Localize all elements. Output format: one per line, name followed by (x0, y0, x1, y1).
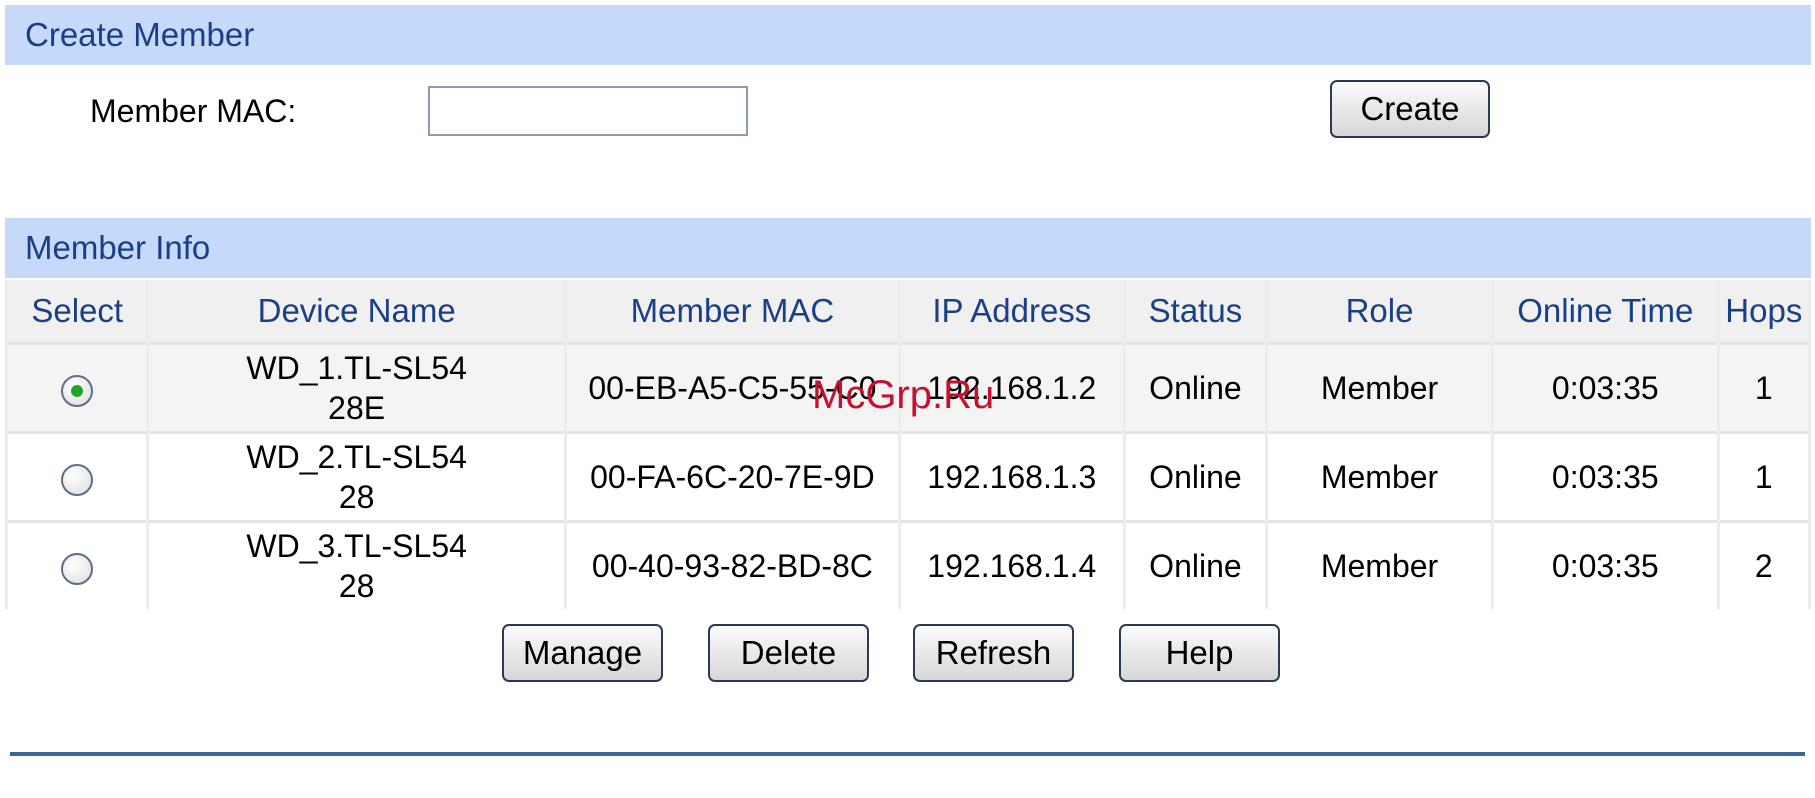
bottom-divider (10, 752, 1805, 756)
select-radio[interactable] (61, 552, 94, 585)
device-name-line1: WD_1.TL-SL54 (246, 350, 467, 386)
status-cell: Online (1125, 342, 1266, 431)
status-cell: Online (1125, 520, 1266, 609)
device-name-cell: WD_2.TL-SL54 28 (149, 431, 564, 520)
online-time-cell: 0:03:35 (1493, 342, 1717, 431)
device-name-line1: WD_3.TL-SL54 (246, 528, 467, 564)
table-row: WD_3.TL-SL54 28 00-40-93-82-BD-8C 192.168… (8, 520, 1808, 609)
device-name-line2: 28 (338, 568, 375, 604)
member-table: Select Device Name Member MAC IP Address… (5, 280, 1811, 609)
hops-cell: 2 (1719, 520, 1808, 609)
create-member-title: Create Member (25, 16, 255, 53)
create-button[interactable]: Create (1330, 80, 1490, 138)
status-cell: Online (1125, 431, 1266, 520)
member-info-title: Member Info (25, 229, 211, 266)
device-name-line2: 28 (338, 479, 375, 515)
member-info-header: Member Info (5, 218, 1811, 278)
create-member-header: Create Member (5, 5, 1811, 65)
online-time-cell: 0:03:35 (1493, 520, 1717, 609)
device-name-cell: WD_3.TL-SL54 28 (149, 520, 564, 609)
role-cell: Member (1268, 342, 1491, 431)
online-time-cell: 0:03:35 (1493, 431, 1717, 520)
col-device-name: Device Name (149, 280, 564, 342)
ip-address-cell: 192.168.1.2 (900, 342, 1123, 431)
col-status: Status (1125, 280, 1266, 342)
device-name-line1: WD_2.TL-SL54 (246, 439, 467, 475)
member-mac-cell: 00-40-93-82-BD-8C (566, 520, 898, 609)
hops-cell: 1 (1719, 431, 1808, 520)
ip-address-cell: 192.168.1.4 (900, 520, 1123, 609)
role-cell: Member (1268, 431, 1491, 520)
select-cell (8, 431, 147, 520)
select-radio[interactable] (61, 374, 94, 407)
ip-address-cell: 192.168.1.3 (900, 431, 1123, 520)
member-mac-label: Member MAC: (90, 93, 297, 129)
table-header-row: Select Device Name Member MAC IP Address… (8, 280, 1808, 342)
col-hops: Hops (1719, 280, 1808, 342)
select-cell (8, 342, 147, 431)
refresh-button[interactable]: Refresh (913, 624, 1074, 682)
table-row: WD_1.TL-SL54 28E 00-EB-A5-C5-55-C0 192.16… (8, 342, 1808, 431)
hops-cell: 1 (1719, 342, 1808, 431)
member-mac-cell: 00-EB-A5-C5-55-C0 (566, 342, 898, 431)
select-cell (8, 520, 147, 609)
manage-button[interactable]: Manage (502, 624, 663, 682)
col-role: Role (1268, 280, 1491, 342)
device-name-line2: 28E (328, 390, 386, 426)
table-row: WD_2.TL-SL54 28 00-FA-6C-20-7E-9D 192.168… (8, 431, 1808, 520)
member-mac-cell: 00-FA-6C-20-7E-9D (566, 431, 898, 520)
help-button[interactable]: Help (1119, 624, 1280, 682)
select-radio[interactable] (61, 463, 94, 496)
col-ip-address: IP Address (900, 280, 1123, 342)
device-name-cell: WD_1.TL-SL54 28E (149, 342, 564, 431)
col-online-time: Online Time (1493, 280, 1717, 342)
member-mac-input[interactable] (428, 86, 748, 136)
delete-button[interactable]: Delete (708, 624, 869, 682)
role-cell: Member (1268, 520, 1491, 609)
col-select: Select (8, 280, 147, 342)
col-member-mac: Member MAC (566, 280, 898, 342)
